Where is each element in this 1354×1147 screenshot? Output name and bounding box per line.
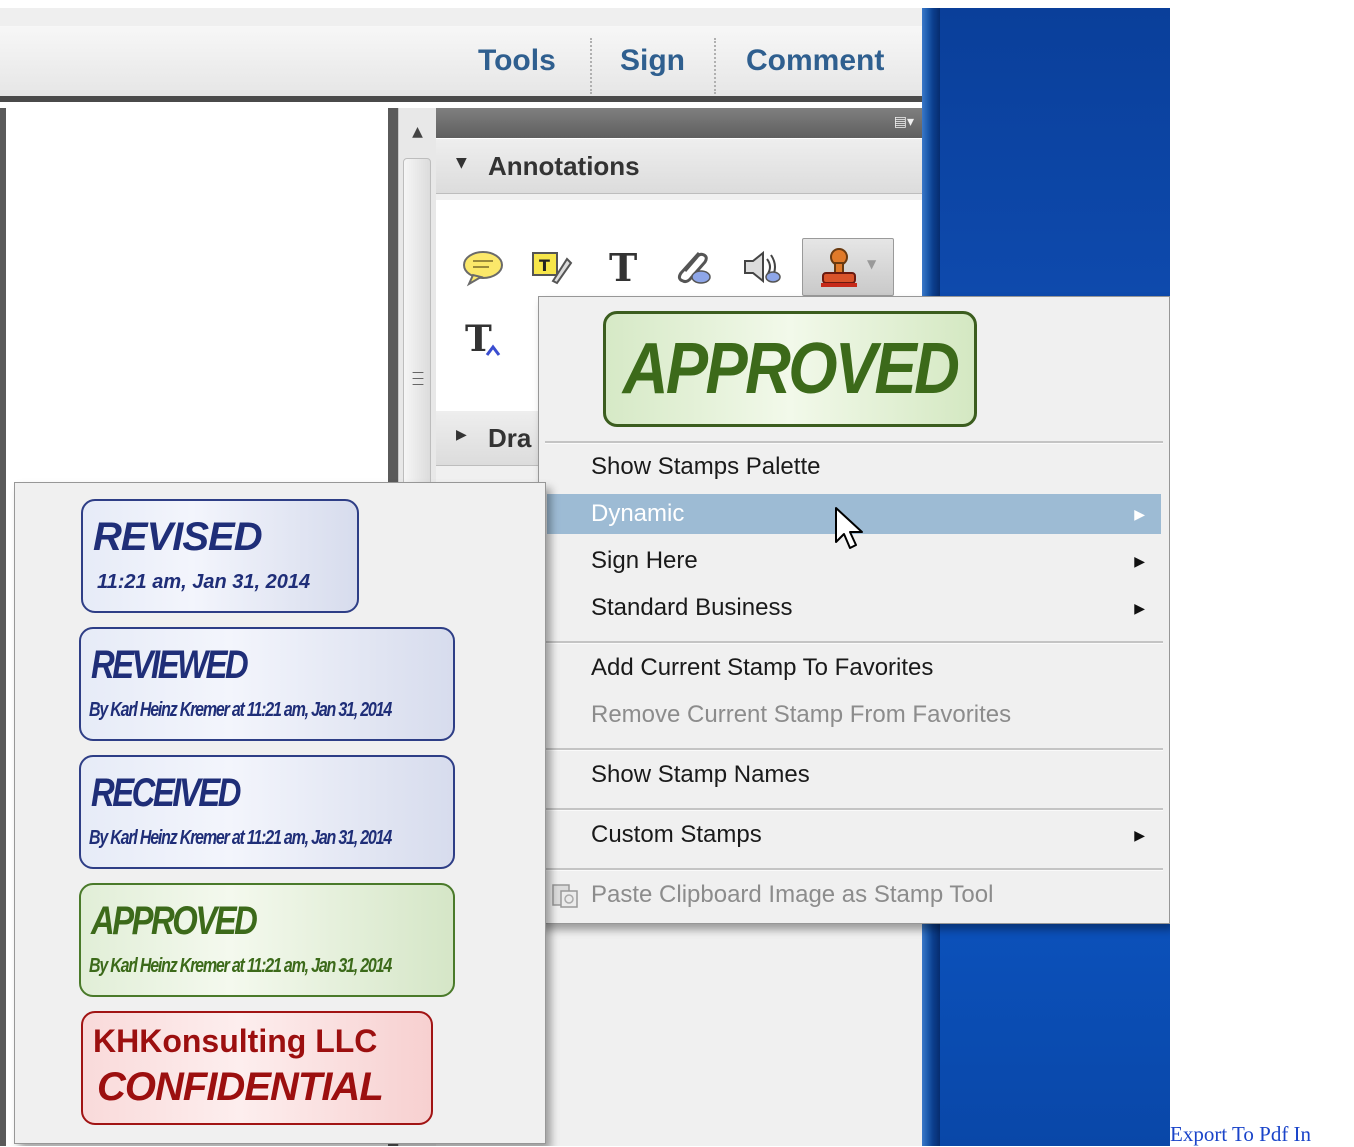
grip-icon: — — — [412, 365, 424, 391]
menu-item-label: Show Stamps Palette [591, 453, 821, 480]
stamp-revised[interactable]: REVISED 11:21 am, Jan 31, 2014 [81, 499, 359, 613]
stamp-title: RECEIVED [91, 771, 241, 815]
submenu-arrow-icon: ▶ [1134, 600, 1145, 616]
stamp-approved[interactable]: APPROVED By Karl Heinz Kremer at 11:21 a… [79, 883, 455, 997]
panel-header: ▤▾ [436, 108, 922, 138]
menu-item-label: Dynamic [591, 500, 685, 527]
menu-separator [545, 868, 1163, 871]
menu-separator [545, 441, 1163, 444]
svg-text:T: T [539, 256, 550, 275]
title-strip [0, 8, 922, 26]
current-stamp-preview[interactable]: APPROVED [603, 311, 977, 427]
stamp-subtitle: 11:21 am, Jan 31, 2014 [97, 571, 311, 593]
top-toolbar: Tools Sign Comment [0, 26, 922, 102]
tab-sign[interactable]: Sign [620, 44, 685, 78]
stamp-subtitle: By Karl Heinz Kremer at 11:21 am, Jan 31… [89, 955, 392, 977]
menu-item-paste-clipboard-image: Paste Clipboard Image as Stamp Tool [547, 875, 1161, 915]
record-audio-icon[interactable] [736, 242, 786, 292]
panel-options-icon[interactable]: ▤▾ [894, 114, 914, 130]
mouse-cursor-icon [835, 507, 863, 549]
tab-comment[interactable]: Comment [746, 44, 884, 78]
sticky-note-icon[interactable] [458, 242, 508, 292]
section-label: Dra [488, 423, 532, 453]
highlight-text-icon[interactable]: T [526, 242, 576, 292]
stamp-title: REVISED [93, 515, 263, 559]
stamp-tool-button[interactable]: ▼ [802, 238, 894, 296]
stamp-reviewed[interactable]: REVIEWED By Karl Heinz Kremer at 11:21 a… [79, 627, 455, 741]
attach-file-icon[interactable] [666, 242, 716, 292]
menu-separator [545, 748, 1163, 751]
collapsed-triangle-icon: ▶ [456, 427, 467, 443]
menu-item-label: Show Stamp Names [591, 761, 810, 788]
toolbar-separator [714, 38, 716, 94]
menu-item-label: Standard Business [591, 594, 793, 621]
submenu-arrow-icon: ▶ [1134, 506, 1145, 522]
menu-item-label: Remove Current Stamp From Favorites [591, 701, 1012, 728]
submenu-arrow-icon: ▶ [1134, 827, 1145, 843]
screenshot-area: Tools Sign Comment ▲ — — — ▤▾ ▼ Annotation… [0, 8, 1170, 1146]
stamp-title: REVIEWED [91, 643, 249, 687]
stamp-title: APPROVED [91, 899, 258, 943]
menu-item-add-to-favorites[interactable]: Add Current Stamp To Favorites [547, 648, 1161, 688]
menu-item-label: Paste Clipboard Image as Stamp Tool [591, 881, 994, 908]
export-to-pdf-link[interactable]: Export To Pdf In [1170, 1122, 1311, 1147]
menu-item-standard-business[interactable]: Standard Business ▶ [547, 588, 1161, 628]
tab-tools[interactable]: Tools [478, 44, 556, 78]
stamp-preview-text: APPROVED [622, 329, 960, 409]
menu-item-custom-stamps[interactable]: Custom Stamps ▶ [547, 815, 1161, 855]
submenu-arrow-icon: ▶ [1134, 553, 1145, 569]
svg-text:T: T [609, 245, 637, 289]
stamp-received[interactable]: RECEIVED By Karl Heinz Kremer at 11:21 a… [79, 755, 455, 869]
chevron-down-icon: ▼ [867, 257, 877, 271]
text-correction-icon[interactable]: T [458, 314, 508, 364]
menu-item-show-stamp-names[interactable]: Show Stamp Names [547, 755, 1161, 795]
toolbar-separator [590, 38, 592, 94]
expanded-triangle-icon: ▼ [456, 155, 467, 171]
scroll-up-icon[interactable]: ▲ [399, 112, 436, 152]
stamp-title: KHKonsulting LLC [93, 1023, 378, 1059]
menu-item-label: Custom Stamps [591, 821, 762, 848]
stamp-icon [821, 248, 857, 287]
stamp-subtitle: CONFIDENTIAL [97, 1065, 384, 1109]
menu-separator [545, 641, 1163, 644]
stamp-confidential[interactable]: KHKonsulting LLC CONFIDENTIAL [81, 1011, 433, 1125]
stamp-subtitle: By Karl Heinz Kremer at 11:21 am, Jan 31… [89, 699, 392, 721]
stamp-subtitle: By Karl Heinz Kremer at 11:21 am, Jan 31… [89, 827, 392, 849]
stamp-menu: APPROVED Show Stamps Palette Dynamic ▶ Si… [538, 296, 1170, 924]
add-text-icon[interactable]: T [596, 242, 646, 292]
menu-item-label: Sign Here [591, 547, 698, 574]
menu-separator [545, 808, 1163, 811]
clipboard-icon [551, 881, 581, 909]
menu-item-remove-from-favorites: Remove Current Stamp From Favorites [547, 695, 1161, 735]
menu-item-label: Add Current Stamp To Favorites [591, 654, 934, 681]
annotations-section-header[interactable]: ▼ Annotations [436, 138, 922, 194]
dynamic-stamps-submenu: REVISED 11:21 am, Jan 31, 2014 REVIEWED … [14, 482, 546, 1144]
section-label: Annotations [488, 151, 640, 181]
menu-item-show-stamps-palette[interactable]: Show Stamps Palette [547, 447, 1161, 487]
